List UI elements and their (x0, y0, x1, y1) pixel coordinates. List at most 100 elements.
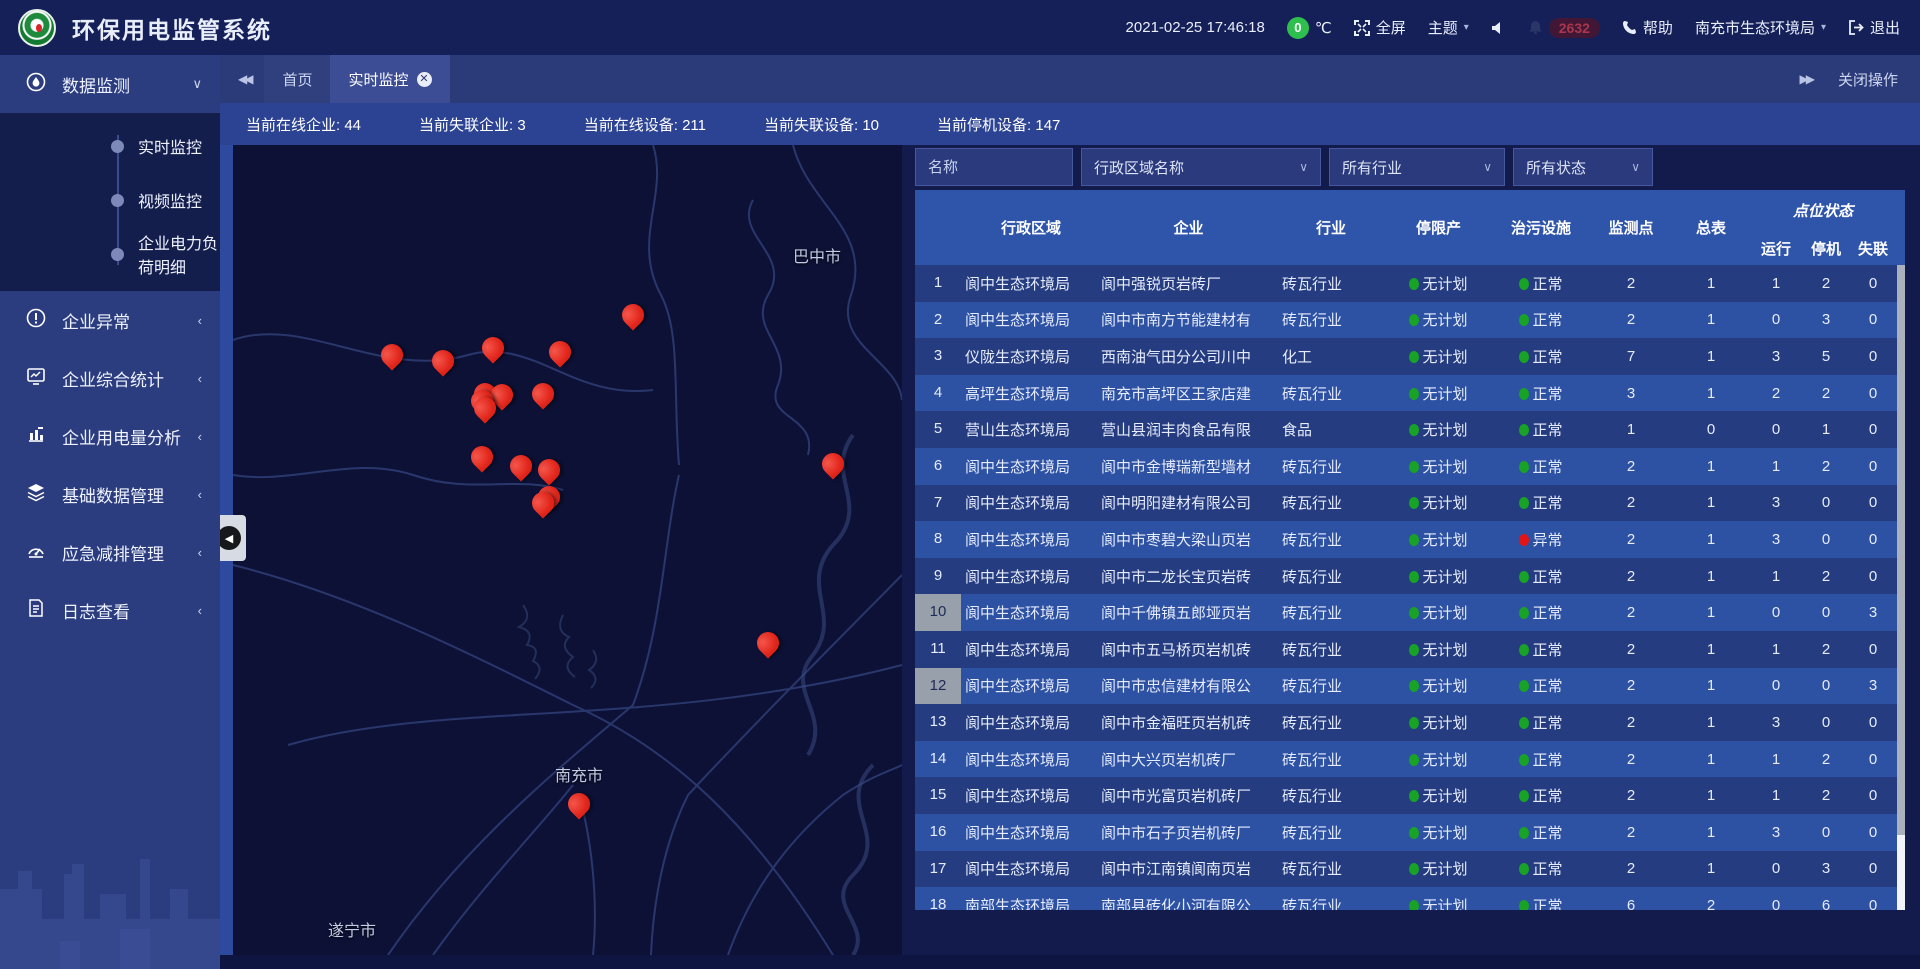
close-operations-button[interactable]: 关闭操作 (1838, 69, 1898, 90)
row-run: 3 (1751, 824, 1801, 841)
row-industry: 砖瓦行业 (1276, 895, 1386, 910)
status-dot-icon (1519, 534, 1529, 546)
row-lost: 3 (1851, 604, 1895, 621)
status-dot-icon (1409, 644, 1419, 656)
status-dot-icon (1409, 717, 1419, 729)
table-row[interactable]: 1 阆中生态环境局 阆中强锐页岩砖厂 砖瓦行业 无计划 正常 2 1 1 2 0 (915, 265, 1905, 302)
row-industry: 砖瓦行业 (1276, 529, 1386, 550)
sidebar-subitem-企业电力负荷明细[interactable]: 企业电力负荷明细 (0, 227, 220, 281)
region-filter-select[interactable]: 行政区域名称 ∨ (1081, 148, 1321, 186)
tabs-scroll-right-icon[interactable]: ▶▶ (1800, 72, 1812, 86)
status-dot-icon (1519, 424, 1529, 436)
row-stop: 3 (1801, 311, 1851, 328)
sidebar-item-数据监测[interactable]: 数据监测 ∨ (0, 55, 220, 113)
row-run: 0 (1751, 421, 1801, 438)
table-row[interactable]: 14 阆中生态环境局 阆中大兴页岩机砖厂 砖瓦行业 无计划 正常 2 1 1 2… (915, 741, 1905, 778)
table-row[interactable]: 3 仪陇生态环境局 西南油气田分公司川中 化工 无计划 正常 7 1 3 5 0 (915, 338, 1905, 375)
row-company: 西南油气田分公司川中 (1101, 346, 1276, 367)
table-row[interactable]: 9 阆中生态环境局 阆中市二龙长宝页岩砖 砖瓦行业 无计划 正常 2 1 1 2… (915, 558, 1905, 595)
notifications[interactable]: 2632 (1528, 18, 1600, 38)
name-filter-input-box[interactable] (915, 148, 1073, 186)
scrollbar-thumb[interactable] (1897, 265, 1905, 835)
sidebar-item-企业用电量分析[interactable]: 企业用电量分析 ‹ (0, 407, 220, 465)
row-region: 高坪生态环境局 (961, 383, 1101, 404)
sidebar-item-企业综合统计[interactable]: 企业综合统计 ‹ (0, 349, 220, 407)
table-row[interactable]: 7 阆中生态环境局 阆中明阳建材有限公司 砖瓦行业 无计划 正常 2 1 3 0… (915, 485, 1905, 522)
org-dropdown[interactable]: 南充市生态环境局 ▾ (1695, 17, 1826, 38)
table-row[interactable]: 10 阆中生态环境局 阆中千佛镇五郎垭页岩 砖瓦行业 无计划 正常 2 1 0 … (915, 594, 1905, 631)
tab-实时监控[interactable]: 实时监控 ✕ (330, 55, 449, 103)
row-limit-status: 无计划 (1386, 566, 1491, 587)
table-row[interactable]: 5 营山生态环境局 营山县润丰肉食品有限 食品 无计划 正常 1 0 0 1 0 (915, 411, 1905, 448)
table-row[interactable]: 13 阆中生态环境局 阆中市金福旺页岩机砖 砖瓦行业 无计划 正常 2 1 3 … (915, 704, 1905, 741)
mute-button[interactable] (1491, 21, 1506, 35)
map-panel[interactable]: 巴中市南充市遂宁市 (233, 145, 902, 955)
row-meter: 2 (1671, 897, 1751, 910)
fullscreen-button[interactable]: 全屏 (1354, 17, 1406, 38)
row-limit-status: 无计划 (1386, 858, 1491, 879)
row-stop: 0 (1801, 604, 1851, 621)
row-facility-status: 正常 (1491, 383, 1591, 404)
table-row[interactable]: 2 阆中生态环境局 阆中市南方节能建材有 砖瓦行业 无计划 正常 2 1 0 3… (915, 302, 1905, 339)
row-stop: 2 (1801, 751, 1851, 768)
stats-bar: 当前在线企业: 44 当前失联企业: 3 当前在线设备: 211 当前失联设备:… (220, 103, 1920, 145)
row-points: 7 (1591, 348, 1671, 365)
industry-filter-select[interactable]: 所有行业 ∨ (1329, 148, 1505, 186)
theme-dropdown[interactable]: 主题 ▾ (1428, 17, 1469, 38)
row-meter: 1 (1671, 348, 1751, 365)
page-bottom-strip (0, 955, 1920, 969)
row-region: 阆中生态环境局 (961, 529, 1101, 550)
tab-bar: ◀◀ 首页 实时监控 ✕ ▶▶ 关闭操作 (220, 55, 1920, 103)
table-row[interactable]: 17 阆中生态环境局 阆中市江南镇阆南页岩 砖瓦行业 无计划 正常 2 1 0 … (915, 851, 1905, 888)
status-dot-icon (1519, 754, 1529, 766)
row-company: 阆中市南方节能建材有 (1101, 309, 1276, 330)
sidebar-item-基础数据管理[interactable]: 基础数据管理 ‹ (0, 465, 220, 523)
table-row[interactable]: 15 阆中生态环境局 阆中市光富页岩机砖厂 砖瓦行业 无计划 正常 2 1 1 … (915, 777, 1905, 814)
map-collapse-button[interactable]: ◀ (217, 526, 241, 550)
status-dot-icon (1409, 424, 1419, 436)
tab-close-icon[interactable]: ✕ (417, 72, 432, 87)
row-stop: 6 (1801, 897, 1851, 910)
table-row[interactable]: 11 阆中生态环境局 阆中市五马桥页岩机砖 砖瓦行业 无计划 正常 2 1 1 … (915, 631, 1905, 668)
row-stop: 1 (1801, 421, 1851, 438)
status-dot-icon (1409, 754, 1419, 766)
row-limit-status: 无计划 (1386, 639, 1491, 660)
row-meter: 1 (1671, 787, 1751, 804)
row-stop: 2 (1801, 641, 1851, 658)
notification-count-badge: 2632 (1549, 18, 1600, 38)
table-row[interactable]: 12 阆中生态环境局 阆中市忠信建材有限公 砖瓦行业 无计划 正常 2 1 0 … (915, 668, 1905, 705)
row-stop: 0 (1801, 714, 1851, 731)
table-row[interactable]: 18 南部生态环境局 南部县砖化小河有限公 砖瓦行业 无计划 正常 6 2 0 … (915, 887, 1905, 910)
sidebar-item-日志查看[interactable]: 日志查看 ‹ (0, 581, 220, 639)
row-index: 14 (915, 741, 961, 778)
table-scrollbar[interactable] (1897, 265, 1905, 910)
logout-button[interactable]: 退出 (1848, 17, 1900, 38)
row-region: 阆中生态环境局 (961, 675, 1101, 696)
sidebar-item-应急减排管理[interactable]: 应急减排管理 ‹ (0, 523, 220, 581)
chevron-down-icon: ▾ (1821, 22, 1826, 33)
status-dot-icon (1409, 388, 1419, 400)
help-button[interactable]: 帮助 (1622, 17, 1673, 38)
chevron-icon: ‹ (198, 603, 202, 618)
row-run: 1 (1751, 787, 1801, 804)
row-company: 阆中市忠信建材有限公 (1101, 675, 1276, 696)
row-index: 10 (915, 594, 961, 631)
tab-首页[interactable]: 首页 (264, 55, 330, 103)
row-company: 阆中强锐页岩砖厂 (1101, 273, 1276, 294)
row-lost: 0 (1851, 568, 1895, 585)
table-row[interactable]: 8 阆中生态环境局 阆中市枣碧大梁山页岩 砖瓦行业 无计划 异常 2 1 3 0… (915, 521, 1905, 558)
row-stop: 2 (1801, 275, 1851, 292)
table-row[interactable]: 6 阆中生态环境局 阆中市金博瑞新型墙材 砖瓦行业 无计划 正常 2 1 1 2… (915, 448, 1905, 485)
row-run: 3 (1751, 348, 1801, 365)
status-filter-select[interactable]: 所有状态 ∨ (1513, 148, 1653, 186)
row-stop: 0 (1801, 824, 1851, 841)
sidebar-item-企业异常[interactable]: 企业异常 ‹ (0, 291, 220, 349)
name-filter-input[interactable] (928, 159, 1060, 176)
row-facility-status: 正常 (1491, 785, 1591, 806)
tabs-scroll-left-icon[interactable]: ◀◀ (238, 72, 250, 86)
table-row[interactable]: 16 阆中生态环境局 阆中市石子页岩机砖厂 砖瓦行业 无计划 正常 2 1 3 … (915, 814, 1905, 851)
sidebar-subitem-视频监控[interactable]: 视频监控 (0, 173, 220, 227)
table-row[interactable]: 4 高坪生态环境局 南充市高坪区王家店建 砖瓦行业 无计划 正常 3 1 2 2… (915, 375, 1905, 412)
sidebar-subitem-实时监控[interactable]: 实时监控 (0, 119, 220, 173)
status-dot-icon (1519, 497, 1529, 509)
